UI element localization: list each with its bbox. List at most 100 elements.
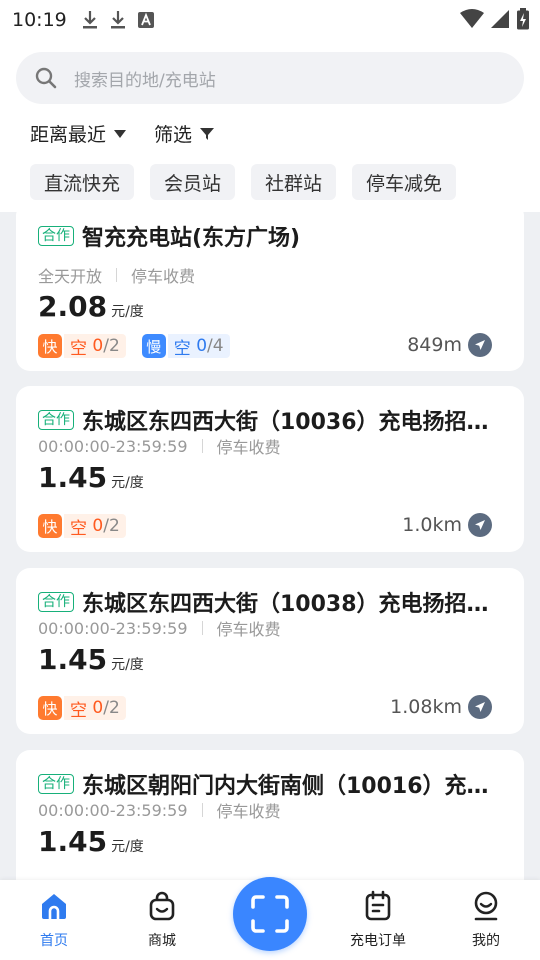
tag-parking-discount[interactable]: 停车减免 — [352, 164, 457, 200]
search-input[interactable]: 搜索目的地/充电站 — [16, 52, 524, 104]
distance-value: 849m — [407, 334, 462, 356]
navigation-icon — [468, 333, 492, 357]
navigation-icon — [468, 695, 492, 719]
tag-community-station[interactable]: 社群站 — [251, 164, 337, 200]
fast-availability: 空 0/2 — [64, 696, 126, 721]
distance-button[interactable]: 1.08km — [390, 695, 492, 719]
divider — [201, 803, 203, 817]
parking-fee: 停车收费 — [131, 267, 196, 286]
station-list[interactable]: 合作 智充充电站(东方广场) 全天开放 停车收费 2.08 元/度 快 空 0/… — [0, 212, 540, 880]
notification-icons — [81, 10, 155, 30]
parking-fee: 停车收费 — [216, 802, 281, 821]
battery-icon — [517, 8, 529, 30]
nav-mall[interactable]: 商城 — [117, 890, 207, 950]
opening-hours: 00:00:00-23:59:59 — [38, 800, 188, 820]
signal-icon — [491, 10, 509, 28]
price-unit: 元/度 — [111, 475, 144, 491]
nav-mine[interactable]: 我的 — [441, 890, 531, 950]
station-meta: 00:00:00-23:59:59 停车收费 — [38, 798, 281, 822]
fast-availability: 空 0/2 — [64, 334, 126, 359]
divider — [201, 439, 203, 453]
fast-availability: 空 0/2 — [64, 514, 126, 539]
tag-dc-fast[interactable]: 直流快充 — [30, 164, 135, 200]
divider — [116, 268, 118, 282]
station-card[interactable]: 合作 东城区东四西大街（10038）充电扬招… 00:00:00-23:59:5… — [16, 568, 524, 734]
nav-home[interactable]: 首页 — [9, 890, 99, 950]
fast-charger-status: 快 空 0/2 — [38, 334, 126, 359]
distance-button[interactable]: 849m — [407, 333, 492, 357]
divider — [201, 621, 203, 635]
charger-row: 快 空 0/2 — [38, 514, 126, 539]
fast-charge-icon: 快 — [38, 514, 62, 538]
funnel-icon — [200, 127, 215, 140]
charger-row: 快 空 0/2 — [38, 696, 126, 721]
price-unit: 元/度 — [111, 304, 144, 320]
nav-mall-label: 商城 — [148, 933, 176, 949]
station-meta: 00:00:00-23:59:59 停车收费 — [38, 434, 281, 458]
header: 搜索目的地/充电站 距离最近 筛选 直流快充 会员站 社群站 停车减免 — [0, 40, 540, 212]
download-icon — [82, 11, 97, 29]
card-title-row: 合作 东城区朝阳门内大街南侧（10016）充… — [38, 768, 508, 800]
price-value: 1.45 — [38, 461, 108, 494]
profile-icon — [474, 891, 498, 921]
price-value: 1.45 — [38, 825, 108, 858]
station-name: 东城区东四西大街（10038）充电扬招… — [82, 592, 489, 617]
distance-button[interactable]: 1.0km — [402, 513, 492, 537]
station-card[interactable]: 合作 东城区东四西大街（10036）充电扬招… 00:00:00-23:59:5… — [16, 386, 524, 552]
price-row: 1.45 元/度 — [38, 825, 144, 858]
price-unit: 元/度 — [111, 839, 144, 855]
scan-icon — [251, 895, 289, 933]
station-name: 东城区朝阳门内大街南侧（10016）充… — [82, 774, 489, 799]
filter-dropdown[interactable]: 筛选 — [154, 120, 215, 147]
price-value: 2.08 — [38, 290, 108, 323]
nav-home-label: 首页 — [40, 933, 68, 949]
download-icon — [110, 11, 125, 29]
fast-charger-status: 快 空 0/2 — [38, 696, 126, 721]
sort-dropdown[interactable]: 距离最近 — [30, 120, 127, 147]
shopping-bag-icon — [149, 891, 175, 921]
slow-charger-status: 慢 空 0/4 — [141, 334, 230, 359]
price-row: 1.45 元/度 — [38, 643, 144, 676]
scan-button[interactable] — [233, 877, 307, 951]
opening-hours: 00:00:00-23:59:59 — [38, 618, 188, 638]
status-bar: 10:19 — [0, 0, 540, 40]
system-icons — [460, 8, 530, 30]
nav-orders-label: 充电订单 — [350, 933, 406, 949]
nav-mine-label: 我的 — [472, 933, 500, 949]
opening-hours: 00:00:00-23:59:59 — [38, 436, 188, 456]
sort-label: 距离最近 — [30, 124, 107, 146]
fast-charge-icon: 快 — [38, 334, 62, 358]
wifi-icon — [460, 9, 484, 28]
home-icon — [42, 894, 66, 919]
card-title-row: 合作 东城区东四西大街（10038）充电扬招… — [38, 586, 508, 618]
card-title-row: 合作 智充充电站(东方广场) — [38, 220, 508, 252]
search-placeholder: 搜索目的地/充电站 — [74, 70, 216, 91]
parking-fee: 停车收费 — [216, 438, 281, 457]
distance-value: 1.0km — [402, 514, 462, 536]
filter-row: 距离最近 筛选 — [30, 120, 215, 147]
price-row: 2.08 元/度 — [38, 290, 144, 323]
cooperation-badge: 合作 — [38, 410, 74, 430]
cooperation-badge: 合作 — [38, 226, 74, 246]
parking-fee: 停车收费 — [216, 620, 281, 639]
price-row: 1.45 元/度 — [38, 461, 144, 494]
caret-down-icon — [114, 129, 127, 138]
status-time: 10:19 — [12, 9, 67, 31]
charger-row: 快 空 0/2 慢 空 0/4 — [38, 334, 230, 359]
station-name: 智充充电站(东方广场) — [82, 226, 301, 251]
font-icon — [137, 12, 154, 28]
order-icon — [365, 890, 391, 921]
navigation-icon — [468, 513, 492, 537]
cooperation-badge: 合作 — [38, 774, 74, 794]
nav-orders[interactable]: 充电订单 — [333, 890, 423, 950]
price-unit: 元/度 — [111, 657, 144, 673]
fast-charge-icon: 快 — [38, 696, 62, 720]
distance-value: 1.08km — [390, 696, 462, 718]
slow-availability: 空 0/4 — [167, 334, 230, 359]
station-meta: 全天开放 停车收费 — [38, 263, 195, 287]
slow-charge-icon: 慢 — [141, 334, 166, 358]
search-icon — [35, 67, 57, 89]
station-card[interactable]: 合作 智充充电站(东方广场) 全天开放 停车收费 2.08 元/度 快 空 0/… — [16, 212, 524, 371]
tag-member-station[interactable]: 会员站 — [150, 164, 236, 200]
station-meta: 00:00:00-23:59:59 停车收费 — [38, 616, 281, 640]
